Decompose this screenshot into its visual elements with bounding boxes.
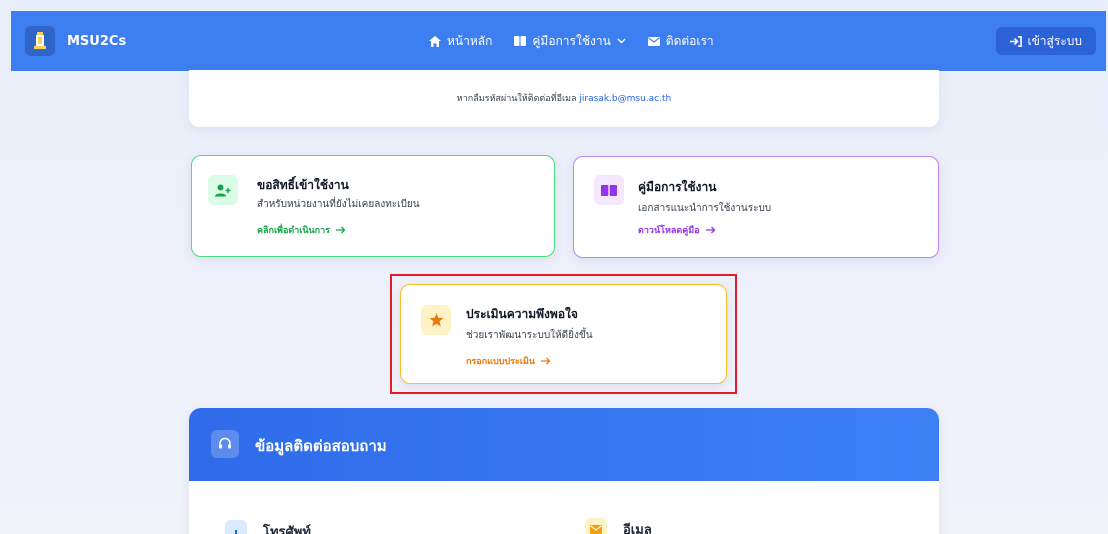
- book-open-icon: [594, 175, 624, 205]
- user-manual-desc: เอกสารแนะนำการใช้งานระบบ: [638, 203, 772, 214]
- university-logo-icon: [25, 26, 55, 56]
- brand-name: MSU2Cs: [67, 33, 127, 49]
- brand[interactable]: MSU2Cs: [25, 26, 126, 56]
- contact-section: ข้อมูลติดต่อสอบถาม โทรศัพท์ อีเมล: [189, 408, 939, 534]
- arrow-right-icon: [336, 226, 346, 234]
- nav-item-manual[interactable]: คู่มือการใช้งาน: [514, 32, 626, 51]
- nav-item-home-label: หน้าหลัก: [447, 33, 493, 48]
- login-icon: [1009, 35, 1022, 47]
- phone-icon: [225, 520, 247, 534]
- nav-item-manual-label: คู่มือการใช้งาน: [532, 33, 611, 48]
- request-access-title: ขอสิทธิ์เข้าใช้งาน: [257, 178, 349, 192]
- download-manual-link-label: ดาวน์โหลดคู่มือ: [638, 226, 700, 236]
- login-button[interactable]: เข้าสู่ระบบ: [995, 27, 1096, 55]
- password-help-message: หากลืมรหัสผ่านให้ติดต่อที่อีเมล: [456, 94, 577, 104]
- nav-item-contact[interactable]: ติดต่อเรา: [647, 32, 714, 51]
- nav-item-home[interactable]: หน้าหลัก: [429, 32, 492, 51]
- contact-header: ข้อมูลติดต่อสอบถาม: [189, 408, 939, 481]
- envelope-icon: [585, 518, 607, 534]
- request-access-desc: สำหรับหน่วยงานที่ยังไม่เคยลงทะเบียน: [257, 199, 420, 210]
- contact-email-label: อีเมล: [623, 522, 652, 534]
- book-icon: [514, 36, 527, 46]
- home-icon: [429, 35, 441, 47]
- password-help-card: หากลืมรหัสผ่านให้ติดต่อที่อีเมล jirasak.…: [189, 70, 939, 127]
- highlight-box: [390, 274, 737, 394]
- contact-title: ข้อมูลติดต่อสอบถาม: [255, 437, 387, 455]
- arrow-right-icon: [705, 226, 716, 234]
- request-access-card[interactable]: ขอสิทธิ์เข้าใช้งาน สำหรับหน่วยงานที่ยังไ…: [191, 155, 555, 257]
- user-manual-title: คู่มือการใช้งาน: [638, 180, 717, 194]
- user-manual-card[interactable]: คู่มือการใช้งาน เอกสารแนะนำการใช้งานระบบ…: [573, 156, 939, 258]
- password-help-text: หากลืมรหัสผ่านให้ติดต่อที่อีเมล jirasak.…: [189, 91, 939, 105]
- headset-icon: [211, 430, 239, 458]
- add-user-icon: [208, 175, 238, 205]
- contact-email: อีเมล: [585, 518, 652, 534]
- request-access-link[interactable]: คลิกเพื่อดำเนินการ: [257, 223, 346, 237]
- nav-menu: หน้าหลัก คู่มือการใช้งาน ติดต่อเรา: [429, 11, 714, 71]
- request-access-link-label: คลิกเพื่อดำเนินการ: [257, 226, 331, 236]
- download-manual-link[interactable]: ดาวน์โหลดคู่มือ: [638, 223, 716, 237]
- chevron-down-icon: [617, 38, 626, 44]
- support-email-link[interactable]: jirasak.b@msu.ac.th: [579, 94, 671, 104]
- mail-icon: [647, 36, 660, 46]
- navbar: MSU2Cs หน้าหลัก คู่มือการใช้งาน ติดต่อเร: [11, 11, 1106, 71]
- contact-phone: โทรศัพท์: [225, 520, 311, 534]
- nav-item-contact-label: ติดต่อเรา: [665, 33, 714, 48]
- login-button-label: เข้าสู่ระบบ: [1027, 33, 1083, 48]
- contact-phone-label: โทรศัพท์: [263, 524, 311, 534]
